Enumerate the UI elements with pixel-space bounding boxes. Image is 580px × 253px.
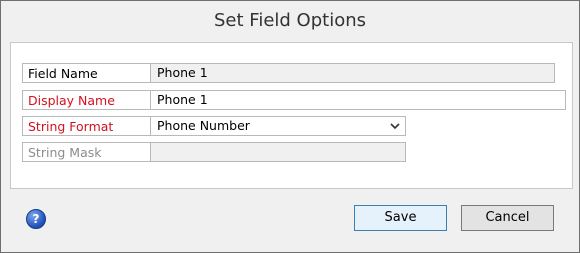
help-icon[interactable]: ? [26, 209, 46, 229]
display-name-input[interactable]: Phone 1 [150, 90, 566, 110]
string-format-selected: Phone Number [157, 118, 250, 133]
string-mask-input [150, 142, 406, 162]
field-name-label: Field Name [22, 63, 150, 83]
string-mask-row: String Mask [22, 142, 428, 162]
field-options-panel: Field Name Phone 1 Display Name Phone 1 … [10, 42, 573, 189]
cancel-button[interactable]: Cancel [461, 205, 554, 231]
save-button[interactable]: Save [354, 205, 447, 231]
dialog-title: Set Field Options [214, 10, 366, 31]
string-mask-label: String Mask [22, 142, 150, 162]
field-name-value: Phone 1 [150, 63, 555, 83]
string-format-row: String Format Phone Number [22, 116, 428, 136]
field-name-row: Field Name Phone 1 [22, 63, 555, 83]
display-name-row: Display Name Phone 1 [22, 90, 566, 110]
chevron-down-icon[interactable] [389, 118, 401, 134]
string-format-label: String Format [22, 116, 150, 136]
string-format-select[interactable]: Phone Number [150, 116, 406, 136]
set-field-options-dialog: Set Field Options Field Name Phone 1 Dis… [0, 0, 580, 253]
display-name-label: Display Name [22, 90, 150, 110]
